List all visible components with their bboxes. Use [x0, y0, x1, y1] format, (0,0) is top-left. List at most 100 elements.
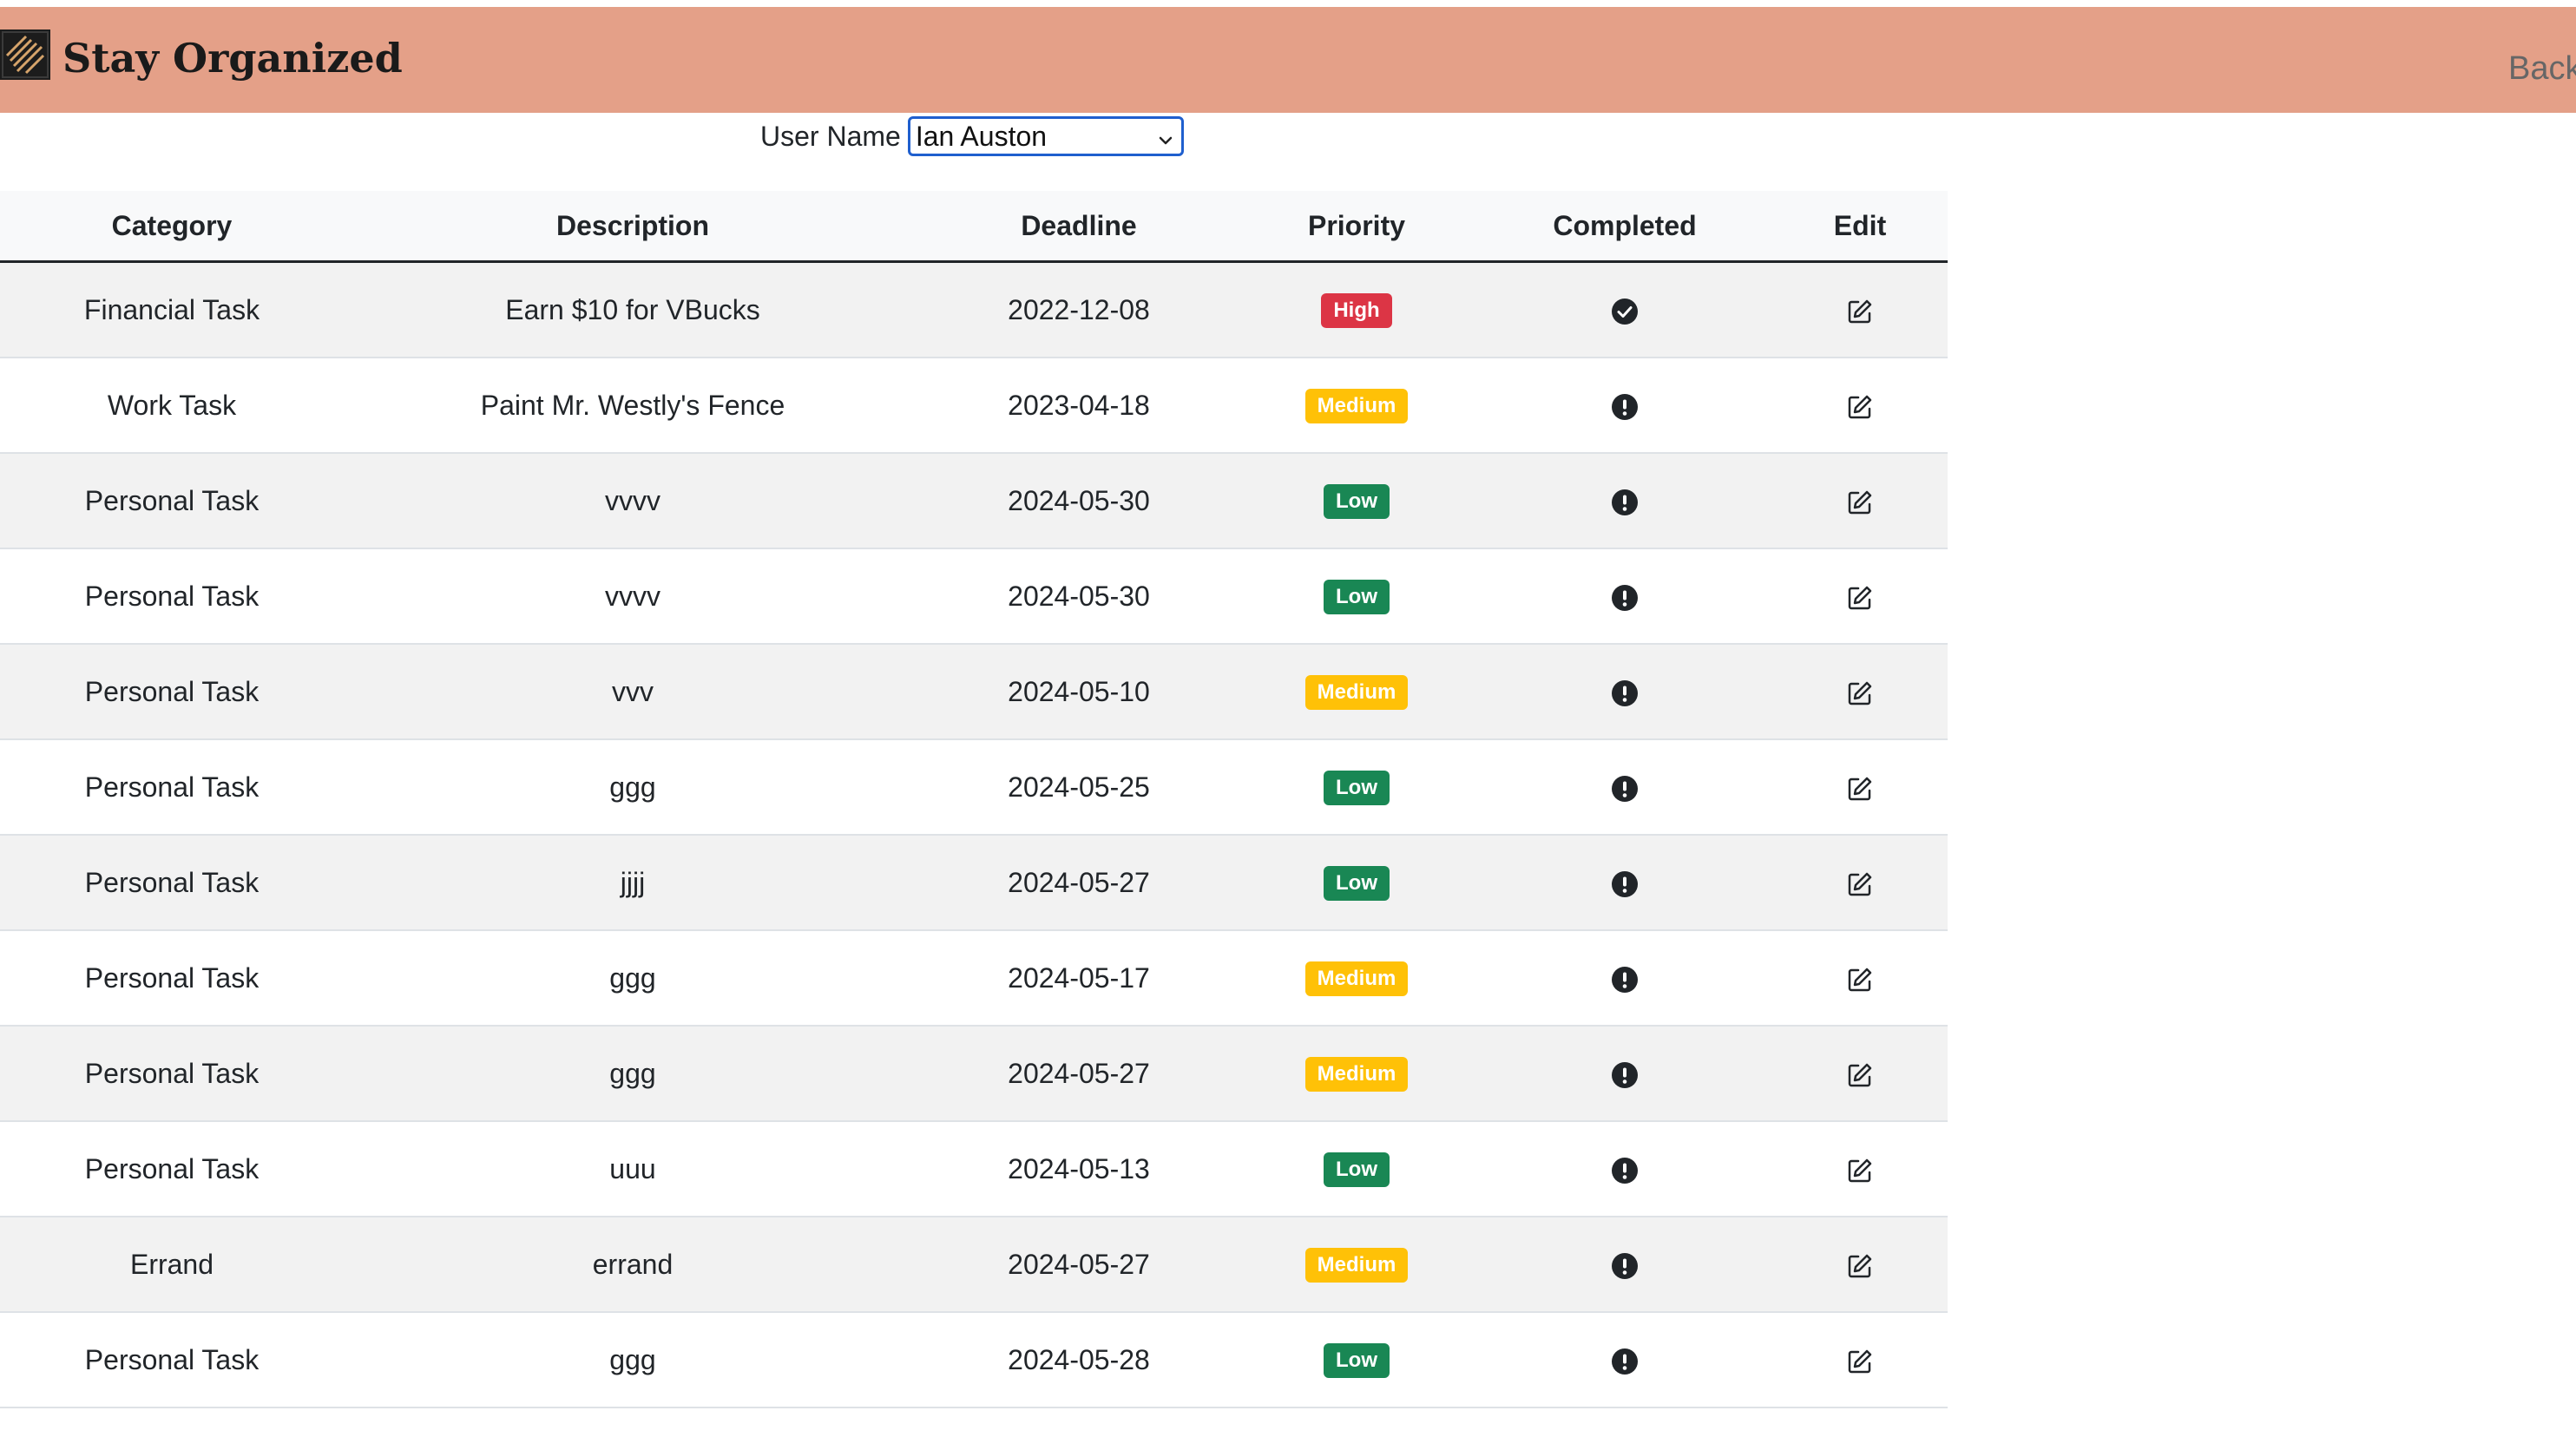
tasks-table: Category Description Deadline Priority C… — [0, 191, 1948, 1408]
deadline-cell: 2024-05-10 — [922, 644, 1236, 740]
pencil-square-icon[interactable] — [1846, 1252, 1874, 1280]
completed-cell — [1477, 1312, 1772, 1408]
stripes-logo-icon[interactable] — [0, 30, 50, 80]
table-row: Personal Task uuu 2024-05-13 Low — [0, 1121, 1948, 1217]
edit-cell — [1772, 1121, 1948, 1217]
table-row: Personal Task ggg 2024-05-27 Medium — [0, 1026, 1948, 1122]
priority-badge: Low — [1324, 1152, 1390, 1187]
user-name-select[interactable]: Ian Auston — [907, 116, 1184, 156]
deadline-cell: 2022-12-08 — [922, 261, 1236, 358]
user-name-label: User Name — [760, 120, 901, 152]
description-cell: Paint Mr. Westly's Fence — [344, 358, 922, 454]
column-header-category: Category — [0, 191, 344, 263]
table-row: Work Task Paint Mr. Westly's Fence 2023-04… — [0, 358, 1948, 454]
completed-cell — [1477, 548, 1772, 645]
priority-badge: Medium — [1304, 389, 1409, 423]
deadline-cell: 2023-04-18 — [922, 358, 1236, 454]
priority-cell: Medium — [1236, 644, 1477, 740]
table-row: Personal Task vvvv 2024-05-30 Low — [0, 453, 1948, 549]
exclamation-circle-icon — [1611, 393, 1639, 421]
exclamation-circle-icon — [1611, 1157, 1639, 1184]
category-cell: Personal Task — [0, 1312, 344, 1408]
pencil-square-icon[interactable] — [1846, 1061, 1874, 1089]
description-cell: ggg — [344, 1312, 922, 1408]
completed-cell — [1477, 644, 1772, 740]
column-header-priority: Priority — [1236, 191, 1477, 263]
table-row: Financial Task Earn $10 for VBucks 2022-12… — [0, 261, 1948, 358]
chevron-down-icon — [1155, 126, 1176, 147]
pencil-square-icon[interactable] — [1846, 393, 1874, 421]
table-row: Personal Task ggg 2024-05-17 Medium — [0, 930, 1948, 1027]
category-cell: Errand — [0, 1217, 344, 1313]
priority-badge: Medium — [1304, 1057, 1409, 1092]
deadline-cell: 2024-05-17 — [922, 930, 1236, 1027]
description-cell: ggg — [344, 739, 922, 836]
edit-cell — [1772, 358, 1948, 454]
column-header-edit: Edit — [1772, 191, 1948, 263]
edit-cell — [1772, 930, 1948, 1027]
pencil-square-icon[interactable] — [1846, 1157, 1874, 1184]
priority-cell: Low — [1236, 1121, 1477, 1217]
description-cell: vvvv — [344, 453, 922, 549]
edit-cell — [1772, 835, 1948, 931]
user-name-selected: Ian Auston — [915, 120, 1048, 152]
description-cell: vvvv — [344, 548, 922, 645]
description-cell: jjjj — [344, 835, 922, 931]
exclamation-circle-icon — [1611, 870, 1639, 898]
priority-cell: Low — [1236, 453, 1477, 549]
deadline-cell: 2024-05-30 — [922, 548, 1236, 645]
deadline-cell: 2024-05-27 — [922, 1217, 1236, 1313]
category-cell: Personal Task — [0, 644, 344, 740]
priority-badge: Medium — [1304, 961, 1409, 996]
user-filter: User Name Ian Auston — [760, 116, 1184, 156]
table-row: Personal Task vvv 2024-05-10 Medium — [0, 644, 1948, 740]
exclamation-circle-icon — [1611, 679, 1639, 707]
completed-cell — [1477, 1026, 1772, 1122]
brand-title[interactable]: Stay Organized — [62, 30, 403, 87]
table-row: Personal Task vvvv 2024-05-30 Low — [0, 548, 1948, 645]
description-cell: ggg — [344, 1026, 922, 1122]
priority-cell: Medium — [1236, 358, 1477, 454]
exclamation-circle-icon — [1611, 584, 1639, 612]
pencil-square-icon[interactable] — [1846, 1348, 1874, 1375]
category-cell: Personal Task — [0, 548, 344, 645]
category-cell: Personal Task — [0, 453, 344, 549]
category-cell: Work Task — [0, 358, 344, 454]
priority-badge: Medium — [1304, 675, 1409, 710]
pencil-square-icon[interactable] — [1846, 584, 1874, 612]
pencil-square-icon[interactable] — [1846, 870, 1874, 898]
column-header-deadline: Deadline — [922, 191, 1236, 263]
pencil-square-icon[interactable] — [1846, 679, 1874, 707]
priority-badge: High — [1321, 293, 1392, 328]
deadline-cell: 2024-05-13 — [922, 1121, 1236, 1217]
priority-badge: Low — [1324, 866, 1390, 901]
completed-cell — [1477, 1121, 1772, 1217]
description-cell: vvv — [344, 644, 922, 740]
category-cell: Personal Task — [0, 835, 344, 931]
category-cell: Financial Task — [0, 261, 344, 358]
top-navbar: Stay Organized Back — [0, 7, 2576, 113]
pencil-square-icon[interactable] — [1846, 298, 1874, 325]
priority-badge: Low — [1324, 484, 1390, 519]
pencil-square-icon[interactable] — [1846, 489, 1874, 516]
pencil-square-icon[interactable] — [1846, 775, 1874, 803]
pencil-square-icon[interactable] — [1846, 966, 1874, 994]
priority-badge: Low — [1324, 580, 1390, 614]
edit-cell — [1772, 1026, 1948, 1122]
completed-cell — [1477, 835, 1772, 931]
exclamation-circle-icon — [1611, 775, 1639, 803]
table-row: Personal Task ggg 2024-05-25 Low — [0, 739, 1948, 836]
column-header-description: Description — [344, 191, 922, 263]
priority-cell: High — [1236, 261, 1477, 358]
completed-cell — [1477, 261, 1772, 358]
deadline-cell: 2024-05-27 — [922, 1026, 1236, 1122]
category-cell: Personal Task — [0, 930, 344, 1027]
completed-cell — [1477, 453, 1772, 549]
edit-cell — [1772, 739, 1948, 836]
table-header-row: Category Description Deadline Priority C… — [0, 191, 1948, 263]
back-link[interactable]: Back — [2508, 38, 2576, 99]
exclamation-circle-icon — [1611, 966, 1639, 994]
priority-cell: Low — [1236, 835, 1477, 931]
tasks-table-body: Financial Task Earn $10 for VBucks 2022-12… — [0, 261, 1948, 1408]
edit-cell — [1772, 261, 1948, 358]
